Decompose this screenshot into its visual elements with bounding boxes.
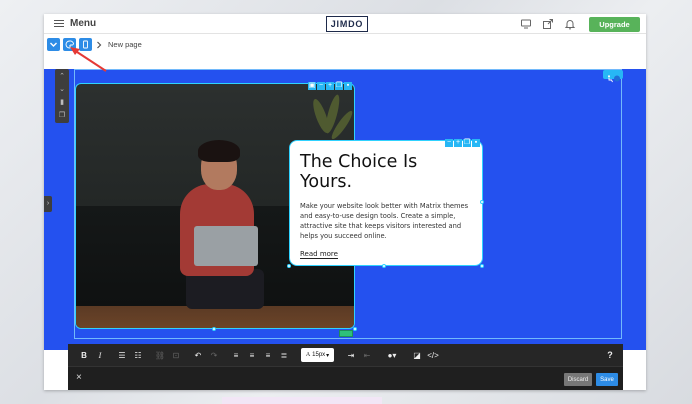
copy-icon[interactable]: ❐ — [335, 82, 343, 90]
move-up-icon[interactable]: ⌃ — [59, 71, 65, 83]
card-title[interactable]: The Choice Is Yours. — [300, 152, 472, 192]
accessibility-button[interactable] — [603, 70, 623, 83]
block-controls: ⌃ ⌄ ▮ ❐ — [55, 69, 69, 123]
ordered-list-icon[interactable]: ☰ — [114, 347, 130, 363]
text-card[interactable]: The Choice Is Yours. Make your website l… — [289, 140, 483, 266]
menu-label: Menu — [70, 18, 97, 29]
image-toolbar: ▣ − + ❐ ▪ — [308, 82, 352, 90]
jimdo-logo[interactable]: JIMDO — [326, 16, 368, 32]
resize-handle[interactable] — [480, 200, 484, 204]
caret-down-icon: ▾ — [326, 352, 330, 359]
align-justify-icon[interactable]: ≣ — [276, 347, 292, 363]
top-bar: Menu JIMDO Upgrade — [44, 14, 646, 34]
italic-button[interactable]: I — [92, 347, 108, 363]
unlink-icon: ⊡ — [172, 350, 180, 360]
outdent-icon: ⇤ — [363, 350, 371, 360]
trash-icon[interactable]: ▮ — [60, 97, 64, 109]
copy-icon[interactable]: ❐ — [463, 139, 471, 147]
design-button[interactable] — [63, 38, 76, 51]
resize-handle[interactable] — [353, 327, 357, 331]
minus-icon[interactable]: − — [445, 139, 453, 147]
palette-icon — [65, 40, 74, 49]
breadcrumb[interactable]: New page — [96, 40, 142, 49]
resize-handle[interactable] — [382, 264, 386, 268]
bold-button[interactable]: B — [76, 347, 92, 363]
section-resize-handle[interactable] — [339, 330, 353, 337]
duplicate-icon[interactable]: ❐ — [59, 110, 65, 122]
card-body[interactable]: Make your website look better with Matri… — [300, 201, 472, 241]
mobile-view-button[interactable] — [79, 38, 92, 51]
person-hair — [198, 140, 240, 162]
hamburger-icon — [54, 19, 64, 28]
save-button[interactable]: Save — [596, 373, 618, 386]
help-button[interactable]: ? — [603, 347, 617, 363]
redo-icon: ↷ — [210, 350, 218, 360]
resize-handle[interactable] — [287, 264, 291, 268]
menu-button[interactable]: Menu — [54, 18, 96, 29]
plus-icon[interactable]: + — [326, 82, 334, 90]
expand-panel-icon[interactable]: › — [44, 196, 52, 212]
chevron-right-icon — [97, 41, 102, 48]
collapse-button[interactable] — [47, 38, 60, 51]
bell-icon[interactable] — [564, 18, 576, 30]
close-icon[interactable]: × — [76, 372, 82, 383]
formatting-row: B I ☰ ☷ ⛓ ⊡ ↶ ↷ ≡ ≡ ≡ ≣ A 15px ▾ ⇥ ⇤ ●▾ … — [68, 344, 623, 366]
move-down-icon[interactable]: ⌄ — [59, 84, 65, 96]
mobile-icon — [83, 40, 88, 49]
eraser-icon[interactable]: ◪ — [409, 347, 425, 363]
upgrade-button[interactable]: Upgrade — [589, 17, 640, 32]
breadcrumb-page[interactable]: New page — [108, 40, 142, 49]
resize-handle[interactable] — [212, 327, 216, 331]
font-size-value: 15px — [312, 352, 326, 358]
share-icon[interactable] — [542, 18, 554, 30]
bottom-decoration — [222, 397, 382, 404]
editor-window: Menu JIMDO Upgrade New page ▣ − + ❐ ▪ ⌃ … — [44, 14, 646, 390]
minus-icon[interactable]: − — [317, 82, 325, 90]
floor — [76, 306, 354, 328]
indent-icon[interactable]: ⇥ — [343, 347, 359, 363]
card-toolbar: − + ❐ ▪ — [445, 139, 480, 147]
font-size-icon: A — [305, 352, 311, 358]
text-color-dropdown[interactable]: ●▾ — [381, 347, 403, 363]
undo-icon[interactable]: ↶ — [190, 347, 206, 363]
image-icon[interactable]: ▣ — [308, 82, 316, 90]
code-icon[interactable]: </> — [425, 347, 441, 363]
text-editor-toolbar: B I ☰ ☷ ⛓ ⊡ ↶ ↷ ≡ ≡ ≡ ≣ A 15px ▾ ⇥ ⇤ ●▾ … — [68, 344, 623, 390]
trash-icon[interactable]: ▪ — [472, 139, 480, 147]
bullet-list-icon[interactable]: ☷ — [130, 347, 146, 363]
trash-icon[interactable]: ▪ — [344, 82, 352, 90]
monitor-icon[interactable] — [520, 18, 532, 30]
discard-button[interactable]: Discard — [564, 373, 592, 386]
chevron-down-icon — [50, 42, 57, 47]
plus-icon[interactable]: + — [454, 139, 462, 147]
link-icon: ⛓ — [154, 350, 166, 360]
align-left-icon[interactable]: ≡ — [228, 347, 244, 363]
laptop — [194, 226, 258, 266]
font-size-select[interactable]: A 15px ▾ — [301, 348, 334, 362]
accessibility-icon — [608, 75, 620, 83]
action-row: × Discard Save — [68, 366, 623, 390]
align-right-icon[interactable]: ≡ — [260, 347, 276, 363]
resize-handle[interactable] — [480, 264, 484, 268]
align-center-icon[interactable]: ≡ — [244, 347, 260, 363]
read-more-link[interactable]: Read more — [300, 250, 338, 259]
